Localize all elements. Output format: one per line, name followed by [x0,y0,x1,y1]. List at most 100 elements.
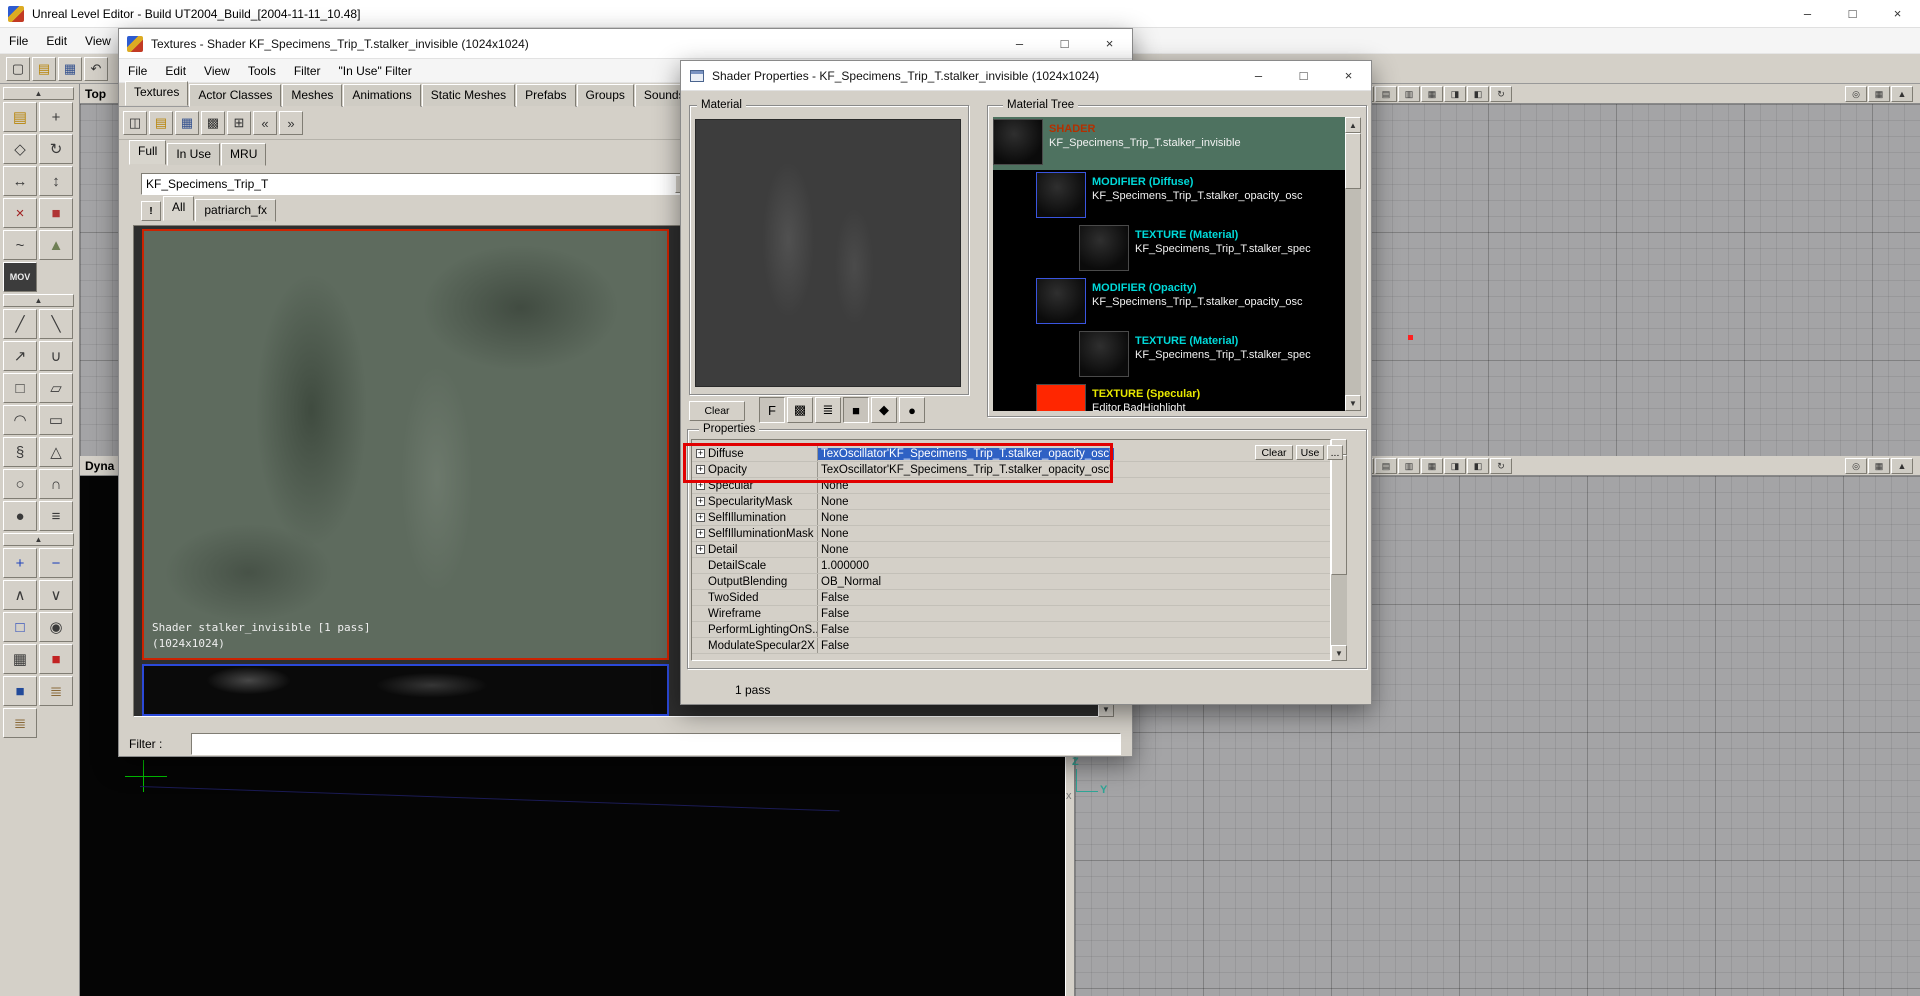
browser-toolbar-icon[interactable]: ▦ [175,111,199,135]
tool-palette-icon[interactable]: ▭ [39,405,73,435]
property-row[interactable]: + Detail None [692,542,1330,558]
browser-tab[interactable]: Prefabs [516,84,575,107]
tool-palette-icon[interactable]: ∨ [39,580,73,610]
tool-palette-icon[interactable]: ↻ [39,134,73,164]
tool-palette-icon[interactable]: ■ [3,676,37,706]
browser-menu-item[interactable]: Tools [239,60,285,82]
main-menu-item[interactable]: File [0,30,37,52]
material-clear-button[interactable]: Clear [689,401,745,421]
shader-minimize-button[interactable]: – [1236,61,1281,90]
main-menu-item[interactable]: View [76,30,120,52]
property-row[interactable]: + OutputBlending OB_Normal [692,574,1330,590]
viewport-mode-icon[interactable]: ▥ [1398,86,1420,102]
tool-palette-icon[interactable]: − [39,548,73,578]
main-toolbar-icon[interactable]: ↶ [84,57,108,81]
viewport-right-icon[interactable]: ▦ [1868,86,1890,102]
expand-icon[interactable]: + [696,497,705,506]
viewport-mode-icon[interactable]: ▤ [1375,458,1397,474]
browser-toolbar-icon[interactable]: ▩ [201,111,225,135]
filter-input[interactable] [191,733,1121,755]
tool-palette-icon[interactable]: ╱ [3,309,37,339]
material-tree-scrollbar[interactable]: ▲ ▼ [1345,117,1361,411]
browser-minimize-button[interactable]: – [997,29,1042,58]
property-use-button[interactable]: Use [1296,445,1324,460]
main-toolbar-icon[interactable]: ▢ [6,57,30,81]
tool-palette-icon[interactable]: ↕ [39,166,73,196]
expand-icon[interactable]: + [696,481,705,490]
browser-menu-item[interactable]: View [195,60,239,82]
group-filter-button[interactable]: ! [141,201,161,221]
scrollbar-down-icon[interactable]: ▼ [1331,645,1347,661]
material-tree-item[interactable]: TEXTURE (Material) KF_Specimens_Trip_T.s… [993,223,1345,276]
tool-palette-icon[interactable]: □ [3,373,37,403]
package-combo[interactable]: KF_Specimens_Trip_T ▼ [141,173,697,195]
tool-palette-icon[interactable]: + [3,548,37,578]
main-toolbar-icon[interactable]: ▤ [32,57,56,81]
property-row[interactable]: + SpecularityMask None [692,494,1330,510]
material-tree-item[interactable]: SHADER KF_Specimens_Trip_T.stalker_invis… [993,117,1345,170]
browser-close-button[interactable]: × [1087,29,1132,58]
group-tab[interactable]: All [163,196,194,221]
browser-tab[interactable]: Textures [125,81,188,106]
browser-subtab[interactable]: In Use [167,143,220,166]
browser-menu-item[interactable]: Filter [285,60,330,82]
material-tree-item[interactable]: MODIFIER (Opacity) KF_Specimens_Trip_T.s… [993,276,1345,329]
tool-palette-icon[interactable]: ▱ [39,373,73,403]
tool-palette-icon[interactable]: ◠ [3,405,37,435]
shader-maximize-button[interactable]: □ [1281,61,1326,90]
browser-toolbar-icon[interactable]: ◫ [123,111,147,135]
viewport-mode-icon[interactable]: ↻ [1490,86,1512,102]
property-row[interactable]: + DetailScale 1.000000 [692,558,1330,574]
group-tab[interactable]: patriarch_fx [195,199,276,222]
preview-toolbar-icon[interactable]: ≣ [815,397,841,423]
preview-toolbar-icon[interactable]: ▩ [787,397,813,423]
tool-palette-icon[interactable]: ▲ [39,230,73,260]
tool-palette-icon[interactable]: ○ [3,469,37,499]
browser-tab[interactable]: Animations [343,84,420,107]
browser-toolbar-icon[interactable]: ▤ [149,111,173,135]
tool-palette-icon[interactable]: ■ [39,198,73,228]
main-menu-item[interactable]: Edit [37,30,76,52]
tool-palette-icon[interactable]: ▲ [3,533,74,546]
scrollbar-up-icon[interactable]: ▲ [1345,117,1361,133]
tool-palette-icon[interactable]: ▲ [3,294,74,307]
viewport-right-icon[interactable]: ▲ [1891,458,1913,474]
shader-close-button[interactable]: × [1326,61,1371,90]
scrollbar-down-icon[interactable]: ▼ [1345,395,1361,411]
viewport-mode-icon[interactable]: ↻ [1490,458,1512,474]
material-tree-item[interactable]: TEXTURE (Specular) Editor.BadHighlight [993,382,1345,411]
browser-menu-item[interactable]: File [119,60,156,82]
preview-toolbar-icon[interactable]: ◆ [871,397,897,423]
browser-toolbar-icon[interactable]: » [279,111,303,135]
viewport-mode-icon[interactable]: ◧ [1467,86,1489,102]
tool-palette-icon[interactable]: ∩ [39,469,73,499]
texture-thumbnail-selected[interactable]: Shader stalker_invisible [1 pass] (1024x… [142,229,669,660]
viewport-mode-icon[interactable]: ◧ [1467,458,1489,474]
material-tree-item[interactable]: MODIFIER (Diffuse) KF_Specimens_Trip_T.s… [993,170,1345,223]
tool-palette-icon[interactable]: ↔ [3,166,37,196]
tool-palette-icon[interactable]: § [3,437,37,467]
expand-icon[interactable]: + [696,513,705,522]
preview-toolbar-icon[interactable]: ● [899,397,925,423]
tool-palette-icon[interactable]: □ [3,612,37,642]
tool-palette-icon[interactable]: ≡ [39,501,73,531]
browser-toolbar-icon[interactable]: « [253,111,277,135]
scrollbar-thumb[interactable] [1331,455,1347,575]
tool-palette-icon[interactable]: × [3,198,37,228]
scrollbar-thumb[interactable] [1345,133,1361,189]
browser-subtab[interactable]: Full [129,140,166,165]
tool-palette-icon[interactable]: MOV [3,262,37,292]
browser-tab[interactable]: Groups [577,84,634,107]
properties-scrollbar[interactable]: ▲ ▼ [1331,439,1347,661]
browser-tab[interactable]: Actor Classes [189,84,281,107]
expand-icon[interactable]: + [696,449,705,458]
browser-subtab[interactable]: MRU [221,143,266,166]
property-clear-button[interactable]: Clear [1255,445,1293,460]
tool-palette-icon[interactable]: ◇ [3,134,37,164]
expand-icon[interactable]: + [696,545,705,554]
material-tree-item[interactable]: TEXTURE (Material) KF_Specimens_Trip_T.s… [993,329,1345,382]
preview-toolbar-icon[interactable]: F [759,397,785,423]
tool-palette-icon[interactable]: ≣ [39,676,73,706]
main-maximize-button[interactable]: □ [1830,0,1875,27]
browser-menu-item[interactable]: "In Use" Filter [330,60,421,82]
